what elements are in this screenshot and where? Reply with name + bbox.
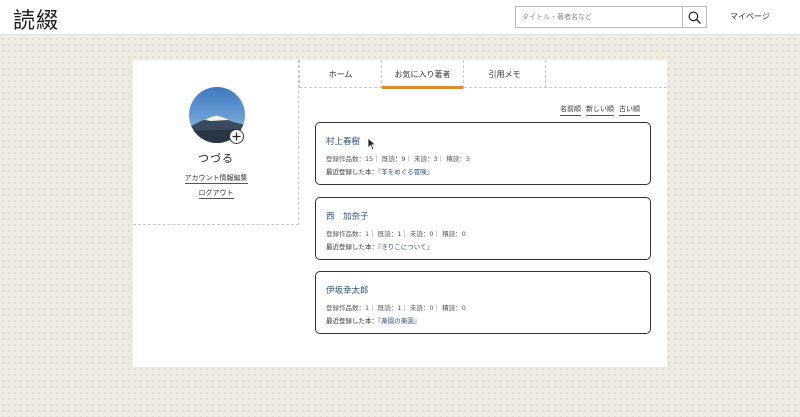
recent-label: 最近登録した本： xyxy=(326,317,378,325)
author-recent: 最近登録した本：『楽園の楽園』 xyxy=(326,315,420,325)
add-photo-button[interactable] xyxy=(229,129,244,144)
tab-bar: ホーム お気に入り著者 引用メモ xyxy=(299,60,667,89)
author-recent: 最近登録した本：『きりこについて』 xyxy=(326,241,433,251)
search-box xyxy=(515,6,707,28)
site-logo[interactable]: 読綴 xyxy=(13,3,59,35)
tab-home[interactable]: ホーム xyxy=(299,60,382,88)
profile-pane: つづる アカウント情報編集 ログアウト xyxy=(133,60,299,225)
author-name[interactable]: 村上春樹 xyxy=(326,135,360,147)
search-button[interactable] xyxy=(682,7,706,27)
sort-options: 名前順 新しい順 古い順 xyxy=(560,104,640,116)
main-panel: つづる アカウント情報編集 ログアウト ホーム お気に入り著者 引用メモ 名前順… xyxy=(133,60,667,367)
author-stats: 登録作品数：1｜ 既読：1｜ 未読：0｜ 積読：0 xyxy=(326,304,466,312)
top-header: 読綴 マイページ xyxy=(0,0,800,35)
recent-book[interactable]: 『楽園の楽園』 xyxy=(378,317,420,325)
logout-link-wrap: ログアウト xyxy=(133,188,299,199)
tab-quote-memo[interactable]: 引用メモ xyxy=(463,60,546,88)
edit-account-link[interactable]: アカウント情報編集 xyxy=(184,174,248,184)
recent-label: 最近登録した本： xyxy=(326,243,378,251)
recent-book[interactable]: 『羊をめぐる冒険』 xyxy=(378,168,433,176)
plus-icon xyxy=(232,132,241,141)
author-recent: 最近登録した本：『羊をめぐる冒険』 xyxy=(326,166,433,176)
edit-account-link-wrap: アカウント情報編集 xyxy=(133,173,299,184)
mypage-link[interactable]: マイページ xyxy=(730,11,770,22)
author-name[interactable]: 西 加奈子 xyxy=(326,210,369,222)
author-card[interactable]: 西 加奈子 登録作品数：1｜ 既読：1｜ 未読：0｜ 積読：0 最近登録した本：… xyxy=(315,197,651,260)
recent-book[interactable]: 『きりこについて』 xyxy=(378,243,433,251)
author-stats: 登録作品数：1｜ 既読：1｜ 未読：0｜ 積読：0 xyxy=(326,230,466,238)
recent-label: 最近登録した本： xyxy=(326,168,378,176)
author-card[interactable]: 村上春樹 登録作品数：15｜ 既読：9｜ 未読：3｜ 積読：3 最近登録した本：… xyxy=(315,122,651,185)
author-name[interactable]: 伊坂幸太郎 xyxy=(326,284,369,296)
sort-by-name[interactable]: 名前順 xyxy=(560,104,581,116)
author-stats: 登録作品数：15｜ 既読：9｜ 未読：3｜ 積読：3 xyxy=(326,155,470,163)
mouse-cursor-icon xyxy=(367,137,377,151)
username: つづる xyxy=(198,152,234,165)
search-input[interactable] xyxy=(516,7,682,27)
logout-link[interactable]: ログアウト xyxy=(198,189,234,199)
sort-by-oldest[interactable]: 古い順 xyxy=(619,104,640,116)
sort-by-newest[interactable]: 新しい順 xyxy=(586,104,614,116)
tab-favorite-authors[interactable]: お気に入り著者 xyxy=(381,60,464,89)
author-card[interactable]: 伊坂幸太郎 登録作品数：1｜ 既読：1｜ 未読：0｜ 積読：0 最近登録した本：… xyxy=(315,271,651,334)
search-icon xyxy=(688,11,701,24)
